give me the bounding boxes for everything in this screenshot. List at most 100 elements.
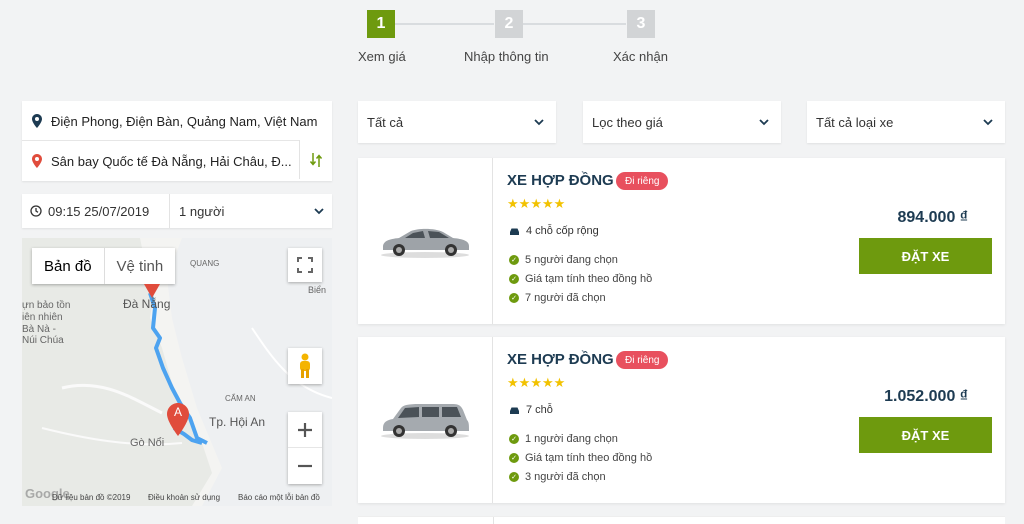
destination-text: Sân bay Quốc tế Đà Nẵng, Hải Châu, Đ... — [51, 153, 292, 169]
step-2-box: 2 — [495, 10, 523, 38]
rating-stars: ★ ★ ★ ★ ★ — [507, 376, 565, 389]
step-1-box: 1 — [367, 10, 395, 38]
progress-stepper: 1 2 3 Xem giá Nhập thông tin Xác nhận — [355, 10, 685, 70]
star-icon: ★ — [530, 196, 542, 211]
feature-text: 1 người đang chọn — [525, 433, 618, 445]
destination-field[interactable]: Sân bay Quốc tế Đà Nẵng, Hải Châu, Đ... — [22, 141, 299, 181]
map-copyright: Dữ liệu bản đồ ©2019 — [52, 493, 131, 502]
fullscreen-icon — [297, 257, 313, 273]
star-icon: ★ — [553, 375, 566, 390]
clock-icon — [30, 205, 42, 217]
step-3-label: Xác nhận — [613, 49, 668, 64]
vehicle-price: 1.052.000 ₫ — [884, 388, 968, 405]
star-icon: ★ — [507, 375, 519, 390]
vehicle-image — [358, 337, 493, 503]
filter-vehicle-type-select[interactable]: Tất cả loại xe — [807, 101, 1005, 143]
feature-item: ✓ 5 người đang chọn — [509, 254, 618, 266]
book-button[interactable]: ĐẶT XE — [859, 417, 992, 453]
check-icon: ✓ — [509, 293, 519, 303]
map-label-bien: Biển — [308, 285, 327, 295]
zoom-controls — [288, 412, 322, 484]
star-icon: ★ — [553, 196, 566, 211]
vehicle-card-partial — [358, 516, 1005, 524]
passenger-select[interactable]: 1 người — [170, 194, 332, 228]
pegman-icon — [300, 353, 310, 378]
star-icon: ★ — [530, 375, 542, 390]
destination-pin-icon — [32, 154, 42, 168]
fullscreen-button[interactable] — [288, 248, 322, 282]
feature-item: ✓ Giá tạm tính theo đồng hồ — [509, 273, 652, 285]
tab-map[interactable]: Bản đồ — [32, 248, 104, 284]
feature-item: ✓ Giá tạm tính theo đồng hồ — [509, 452, 652, 464]
star-icon: ★ — [518, 196, 531, 211]
map-label-quang: QUANG — [190, 259, 220, 268]
swap-locations-button[interactable] — [299, 140, 332, 179]
private-ride-badge: Đi riêng — [616, 351, 669, 369]
filter-price-text: Lọc theo giá — [592, 114, 663, 130]
vehicle-card: XE HỢP ĐỒNG Đi riêng ★ ★ ★ ★ ★ 4 chỗ cốp rộn… — [358, 158, 1005, 324]
car-icon — [510, 407, 519, 414]
zoom-out-button[interactable] — [288, 448, 322, 484]
seat-info: 4 chỗ cốp rộng — [509, 225, 599, 237]
check-icon: ✓ — [509, 472, 519, 482]
vehicle-title: XE HỢP ĐỒNG — [507, 351, 614, 368]
star-icon: ★ — [541, 196, 554, 211]
book-button[interactable]: ĐẶT XE — [859, 238, 992, 274]
map-report-link[interactable]: Báo cáo một lỗi bản đồ — [238, 493, 320, 502]
star-icon: ★ — [541, 375, 554, 390]
map-label-hoi-an: Tp. Hội An — [209, 415, 266, 429]
vehicle-title: XE HỢP ĐỒNG — [507, 172, 614, 189]
datetime-picker[interactable]: 09:15 25/07/2019 — [22, 194, 170, 228]
filter-all-text: Tất cả — [367, 114, 404, 130]
feature-text: 7 người đã chọn — [525, 292, 606, 304]
seat-text: 7 chỗ — [526, 404, 553, 416]
street-view-button[interactable] — [288, 348, 322, 384]
map-terms-link[interactable]: Điều khoản sử dụng — [148, 493, 220, 502]
divider — [493, 517, 494, 524]
tab-satellite[interactable]: Vệ tinh — [103, 248, 176, 284]
zoom-in-button[interactable] — [288, 412, 322, 448]
filter-all-select[interactable]: Tất cả — [358, 101, 556, 143]
seat-info: 7 chỗ — [509, 404, 553, 416]
filter-price-select[interactable]: Lọc theo giá — [583, 101, 781, 143]
sedan-car-icon — [381, 228, 469, 258]
vehicle-image — [358, 158, 493, 324]
map-label-nui-chua: Núi Chúa — [22, 335, 64, 346]
filter-vehicle-type-text: Tất cả loại xe — [816, 114, 894, 130]
map-label-cam-an: CẨM AN — [225, 394, 256, 403]
plus-icon — [298, 422, 312, 437]
vehicle-price: 894.000 ₫ — [897, 209, 969, 226]
location-card: Điện Phong, Điện Bàn, Quảng Nam, Việt Na… — [22, 101, 332, 181]
destination-marker-icon — [144, 284, 160, 298]
feature-text: 5 người đang chọn — [525, 254, 618, 266]
chevron-down-icon — [983, 119, 993, 126]
route-map[interactable]: Bản đồ Vệ tinh QUANG Đà Nẵng Biển ựn bảo… — [22, 238, 332, 506]
passenger-text: 1 người — [179, 203, 225, 219]
feature-item: ✓ 7 người đã chọn — [509, 292, 606, 304]
check-icon: ✓ — [509, 274, 519, 284]
step-3-box: 3 — [627, 10, 655, 38]
star-icon: ★ — [507, 196, 519, 211]
map-label-bao-ton: ựn bảo tồn — [22, 300, 71, 311]
origin-field[interactable]: Điện Phong, Điện Bàn, Quảng Nam, Việt Na… — [22, 101, 332, 141]
map-label-thien-nhien: iên nhiên — [22, 312, 63, 323]
map-label-ba-na: Bà Nà - — [22, 324, 56, 335]
check-icon: ✓ — [509, 255, 519, 265]
map-label-da-nang: Đà Nẵng — [123, 297, 171, 311]
private-ride-badge: Đi riêng — [616, 172, 669, 190]
feature-item: ✓ 1 người đang chọn — [509, 433, 618, 445]
seat-text: 4 chỗ cốp rộng — [526, 225, 599, 237]
star-icon: ★ — [518, 375, 531, 390]
check-icon: ✓ — [509, 434, 519, 444]
feature-text: Giá tạm tính theo đồng hồ — [525, 273, 653, 285]
trip-options: 09:15 25/07/2019 1 người — [22, 194, 332, 228]
start-marker[interactable]: A — [167, 403, 189, 436]
rating-stars: ★ ★ ★ ★ ★ — [507, 197, 565, 210]
datetime-text: 09:15 25/07/2019 — [48, 203, 150, 219]
map-label-go-noi: Gò Nổi — [130, 437, 165, 449]
feature-text: 3 người đã chọn — [525, 471, 606, 483]
swap-icon — [310, 152, 322, 167]
car-icon — [510, 228, 519, 235]
step-connector — [523, 23, 626, 25]
chevron-down-icon — [759, 119, 769, 126]
